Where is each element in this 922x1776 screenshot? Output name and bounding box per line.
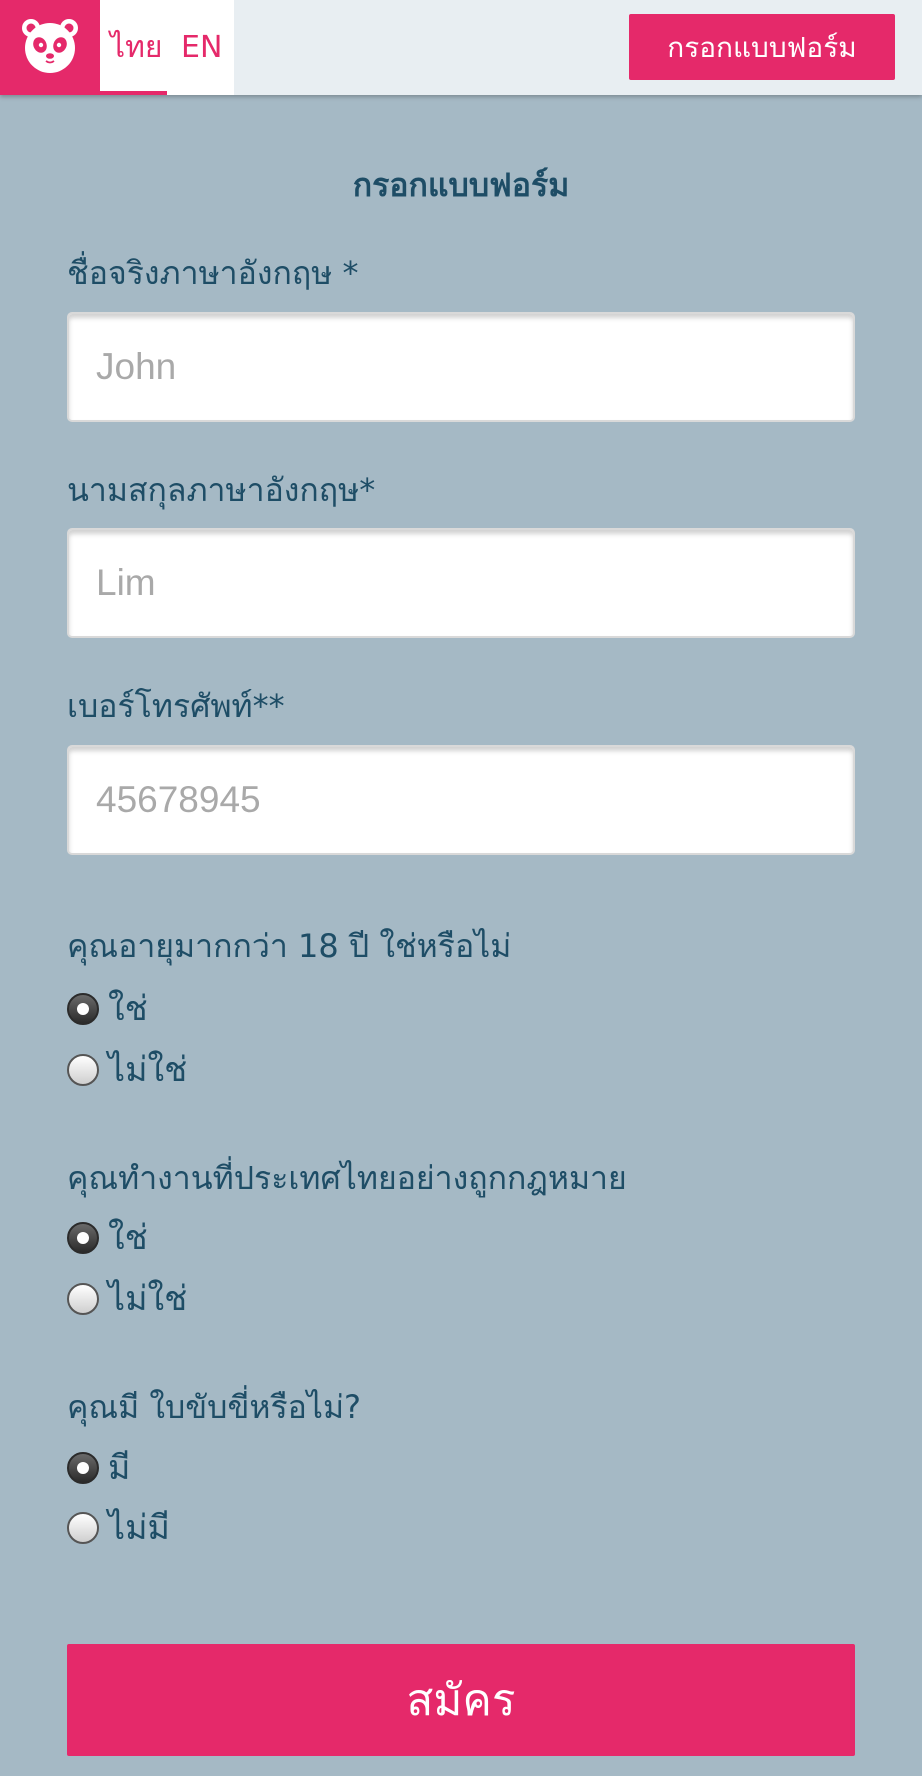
- license-option-no[interactable]: ไม่มี: [67, 1508, 170, 1548]
- age-option-yes-label: ใช่: [108, 989, 148, 1029]
- phone-label: เบอร์โทรศัพท์**: [67, 687, 285, 725]
- work-option-no[interactable]: ไม่ใช่: [67, 1279, 187, 1319]
- form-title: กรอกแบบฟอร์ม: [352, 166, 570, 204]
- radio-button-checked[interactable]: [67, 1452, 99, 1484]
- first-name-label: ชื่อจริงภาษาอังกฤษ *: [67, 254, 359, 292]
- last-name-input[interactable]: [67, 528, 855, 638]
- age-option-no[interactable]: ไม่ใช่: [67, 1050, 187, 1090]
- last-name-label: นามสกุลภาษาอังกฤษ*: [67, 471, 376, 509]
- radio-button[interactable]: [67, 1283, 99, 1315]
- language-thai-link[interactable]: ไทย: [110, 30, 162, 66]
- age-question-label: คุณอายุมากกว่า 18 ปี ใช่หรือไม่: [67, 927, 512, 965]
- license-option-no-label: ไม่มี: [108, 1508, 170, 1548]
- age-option-yes[interactable]: ใช่: [67, 989, 148, 1029]
- license-option-yes-label: มี: [108, 1448, 131, 1488]
- radio-button-checked[interactable]: [67, 993, 99, 1025]
- top-navigation-bar: ไทย EN กรอกแบบฟอร์ม: [0, 0, 922, 95]
- work-option-yes[interactable]: ใช่: [67, 1218, 148, 1258]
- phone-input[interactable]: [67, 745, 855, 855]
- license-option-yes[interactable]: มี: [67, 1448, 130, 1488]
- submit-button[interactable]: สมัคร: [67, 1644, 855, 1756]
- first-name-input[interactable]: [67, 312, 855, 422]
- language-switcher: ไทย EN: [100, 0, 234, 95]
- language-english-link[interactable]: EN: [181, 30, 222, 66]
- age-option-no-label: ไม่ใช่: [108, 1050, 188, 1090]
- brand-logo[interactable]: [0, 0, 100, 95]
- radio-button[interactable]: [67, 1512, 99, 1544]
- radio-button-checked[interactable]: [67, 1222, 99, 1254]
- work-option-no-label: ไม่ใช่: [108, 1279, 188, 1319]
- work-question-label: คุณทำงานที่ประเทศไทยอย่างถูกกฎหมาย: [67, 1159, 627, 1197]
- radio-button[interactable]: [67, 1054, 99, 1086]
- fill-form-button[interactable]: กรอกแบบฟอร์ม: [629, 14, 895, 80]
- license-question-label: คุณมี ใบขับขี่หรือไม่?: [67, 1388, 362, 1426]
- active-language-indicator: [100, 91, 167, 95]
- panda-icon: [22, 19, 78, 73]
- work-option-yes-label: ใช่: [108, 1218, 148, 1258]
